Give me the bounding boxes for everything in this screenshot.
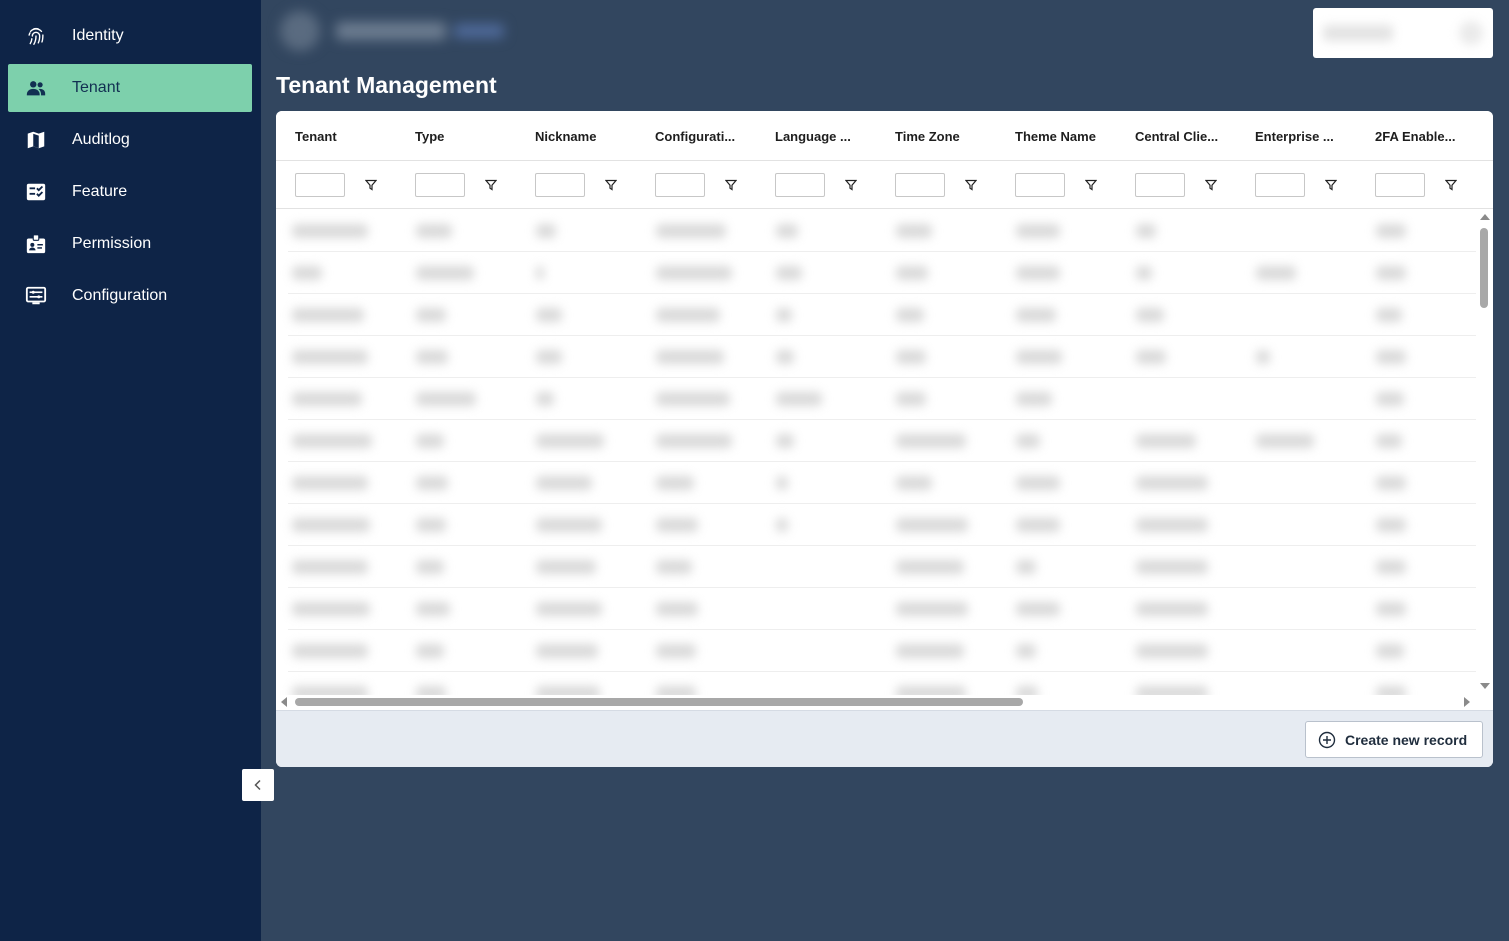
scroll-left-icon[interactable] bbox=[281, 697, 287, 707]
user-menu[interactable] bbox=[1313, 8, 1493, 58]
table-row[interactable] bbox=[288, 294, 1476, 336]
table-row[interactable] bbox=[288, 504, 1476, 546]
scroll-up-icon[interactable] bbox=[1480, 214, 1490, 220]
table-row[interactable] bbox=[288, 252, 1476, 294]
funnel-icon[interactable] bbox=[1444, 178, 1458, 192]
funnel-icon[interactable] bbox=[1204, 178, 1218, 192]
map-icon bbox=[24, 128, 48, 152]
funnel-icon[interactable] bbox=[964, 178, 978, 192]
column-header-central-client[interactable]: Central Clie... bbox=[1116, 111, 1236, 161]
create-new-record-label: Create new record bbox=[1345, 731, 1468, 748]
badge-icon bbox=[24, 232, 48, 256]
page-title: Tenant Management bbox=[276, 72, 497, 98]
table-row[interactable] bbox=[288, 588, 1476, 630]
sidebar-collapse-button[interactable] bbox=[242, 769, 274, 801]
column-header-2fa-enabled[interactable]: 2FA Enable... bbox=[1356, 111, 1476, 161]
table-row[interactable] bbox=[288, 672, 1476, 695]
grid-header-row: Tenant Type Nickname Configurati... Lang… bbox=[276, 111, 1493, 161]
fingerprint-icon bbox=[24, 24, 48, 48]
column-header-nickname[interactable]: Nickname bbox=[516, 111, 636, 161]
scroll-down-icon[interactable] bbox=[1480, 683, 1490, 689]
sidebar-item-label: Configuration bbox=[72, 287, 168, 304]
logo-subtext bbox=[454, 24, 504, 38]
logo-mark bbox=[280, 11, 320, 51]
funnel-icon[interactable] bbox=[364, 178, 378, 192]
column-header-enterprise[interactable]: Enterprise ... bbox=[1236, 111, 1356, 161]
filter-input-nickname[interactable] bbox=[535, 173, 585, 197]
funnel-icon[interactable] bbox=[484, 178, 498, 192]
sidebar-item-permission[interactable]: Permission bbox=[8, 220, 252, 268]
grid-footer: Create new record bbox=[276, 710, 1493, 767]
sidebar-item-label: Tenant bbox=[72, 79, 121, 96]
brand-logo[interactable] bbox=[280, 8, 530, 54]
sidebar-item-feature[interactable]: Feature bbox=[8, 168, 252, 216]
funnel-icon[interactable] bbox=[844, 178, 858, 192]
filter-row bbox=[276, 161, 1493, 209]
table-row[interactable] bbox=[288, 546, 1476, 588]
filter-input-enterprise[interactable] bbox=[1255, 173, 1305, 197]
plus-circle-icon bbox=[1318, 731, 1336, 749]
filter-input-2fa-enabled[interactable] bbox=[1375, 173, 1425, 197]
filter-input-language[interactable] bbox=[775, 173, 825, 197]
funnel-icon[interactable] bbox=[604, 178, 618, 192]
filter-input-configuration[interactable] bbox=[655, 173, 705, 197]
funnel-icon[interactable] bbox=[1324, 178, 1338, 192]
funnel-icon[interactable] bbox=[1084, 178, 1098, 192]
create-new-record-button[interactable]: Create new record bbox=[1305, 721, 1483, 758]
logo-text bbox=[336, 22, 446, 40]
sidebar-item-identity[interactable]: Identity bbox=[8, 12, 252, 60]
sidebar-item-label: Identity bbox=[72, 27, 124, 44]
grid-body bbox=[276, 210, 1476, 695]
filter-input-type[interactable] bbox=[415, 173, 465, 197]
sidebar-item-label: Permission bbox=[72, 235, 152, 252]
chevron-left-icon bbox=[252, 779, 264, 791]
scroll-right-icon[interactable] bbox=[1464, 697, 1470, 707]
column-header-type[interactable]: Type bbox=[396, 111, 516, 161]
funnel-icon[interactable] bbox=[724, 178, 738, 192]
table-row[interactable] bbox=[288, 420, 1476, 462]
sidebar-item-label: Auditlog bbox=[72, 131, 130, 148]
column-header-configuration[interactable]: Configurati... bbox=[636, 111, 756, 161]
filter-input-tenant[interactable] bbox=[295, 173, 345, 197]
sidebar-item-configuration[interactable]: Configuration bbox=[8, 272, 252, 320]
vertical-scrollbar[interactable] bbox=[1476, 210, 1493, 695]
scrollbar-thumb[interactable] bbox=[295, 698, 1023, 706]
avatar bbox=[1459, 21, 1483, 45]
scrollbar-thumb[interactable] bbox=[1480, 228, 1488, 308]
filter-input-theme-name[interactable] bbox=[1015, 173, 1065, 197]
user-name bbox=[1323, 25, 1393, 41]
sidebar: Identity Tenant Auditlog Feature Permiss… bbox=[0, 0, 261, 941]
people-icon bbox=[24, 76, 48, 100]
horizontal-scrollbar[interactable] bbox=[276, 695, 1476, 710]
column-header-time-zone[interactable]: Time Zone bbox=[876, 111, 996, 161]
column-header-language[interactable]: Language ... bbox=[756, 111, 876, 161]
column-header-theme-name[interactable]: Theme Name bbox=[996, 111, 1116, 161]
checklist-icon bbox=[24, 180, 48, 204]
table-row[interactable] bbox=[288, 462, 1476, 504]
sidebar-item-tenant[interactable]: Tenant bbox=[8, 64, 252, 112]
filter-input-central-client[interactable] bbox=[1135, 173, 1185, 197]
table-row[interactable] bbox=[288, 210, 1476, 252]
table-row[interactable] bbox=[288, 630, 1476, 672]
table-row[interactable] bbox=[288, 336, 1476, 378]
table-row[interactable] bbox=[288, 378, 1476, 420]
tenant-grid: Tenant Type Nickname Configurati... Lang… bbox=[276, 111, 1493, 767]
sidebar-item-label: Feature bbox=[72, 183, 128, 200]
column-header-tenant[interactable]: Tenant bbox=[276, 111, 396, 161]
sidebar-item-auditlog[interactable]: Auditlog bbox=[8, 116, 252, 164]
filter-input-time-zone[interactable] bbox=[895, 173, 945, 197]
settings-screen-icon bbox=[24, 284, 48, 308]
